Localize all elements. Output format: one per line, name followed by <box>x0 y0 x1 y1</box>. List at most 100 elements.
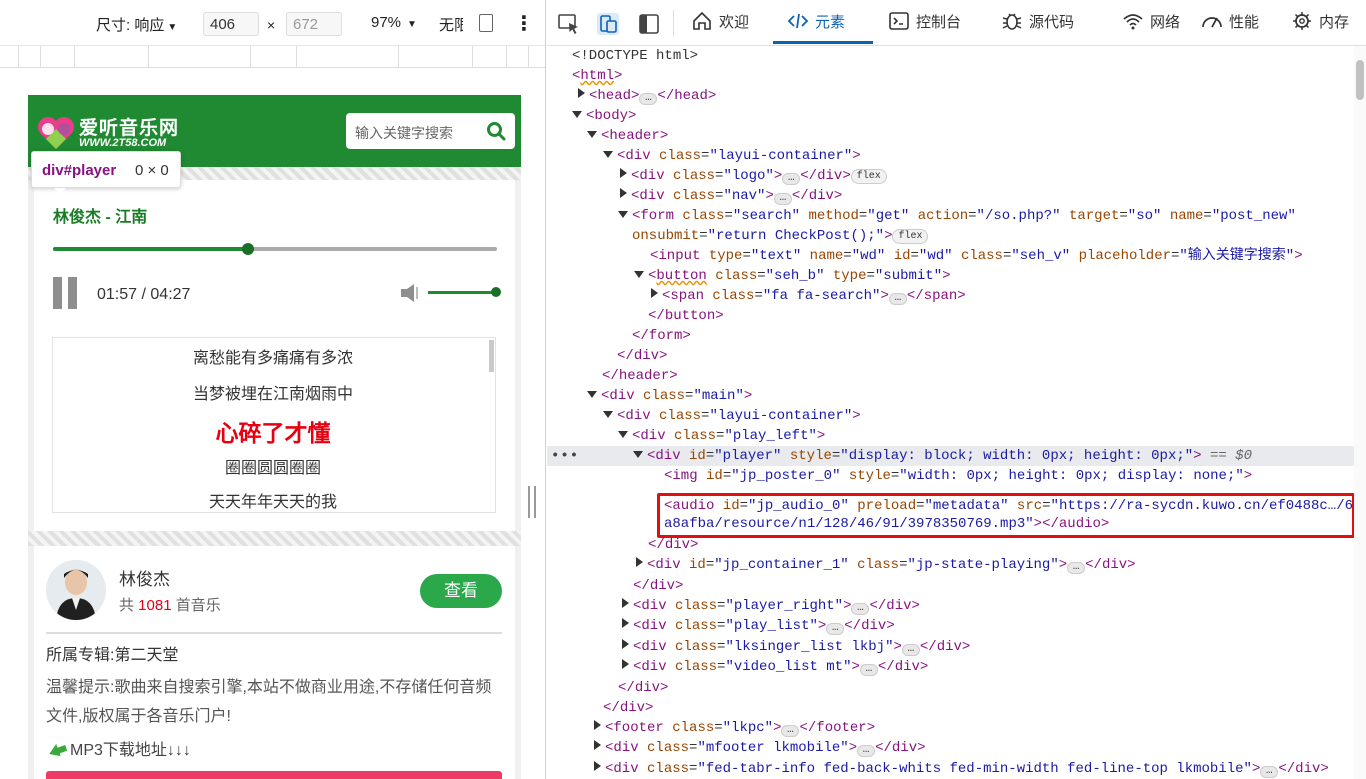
collapse-arrow-icon[interactable] <box>633 451 643 458</box>
dom-node[interactable]: <div class="play_left"> <box>547 426 1354 446</box>
ellipsis-icon[interactable]: … <box>782 173 801 185</box>
dom-node[interactable]: <body> <box>547 106 1354 126</box>
width-input[interactable]: 406 <box>203 12 259 36</box>
dom-node[interactable]: <html> <box>547 66 1354 86</box>
dom-node[interactable]: </form> <box>547 326 1354 346</box>
flex-badge[interactable]: flex <box>850 169 887 184</box>
dom-node[interactable]: <header> <box>547 126 1354 146</box>
expand-arrow-icon[interactable] <box>651 288 658 298</box>
scrollbar-thumb[interactable] <box>1356 60 1364 100</box>
dom-node[interactable]: <form class="search" method="get" action… <box>547 206 1354 226</box>
expand-arrow-icon[interactable] <box>594 720 601 730</box>
dom-node[interactable]: <!DOCTYPE html> <box>547 46 1354 66</box>
more-options-icon[interactable]: ⋮ <box>514 11 534 36</box>
expand-arrow-icon[interactable] <box>620 168 627 178</box>
device-toggle-icon[interactable] <box>596 12 620 36</box>
collapse-arrow-icon[interactable] <box>618 211 628 218</box>
dom-node[interactable]: onsubmit="return CheckPost();"> flex <box>547 226 1354 246</box>
collapse-arrow-icon[interactable] <box>603 411 613 418</box>
tab-sources[interactable]: 源代码 <box>1001 0 1074 44</box>
dom-node[interactable]: <div class="mfooter lkmobile">… </div> <box>547 738 1354 758</box>
expand-arrow-icon[interactable] <box>622 618 629 628</box>
dom-node[interactable]: <span class="fa fa-search">… </span> <box>547 286 1354 306</box>
rotate-icon[interactable] <box>479 14 493 32</box>
progress-handle[interactable] <box>242 243 255 255</box>
site-logo[interactable]: 爱听音乐网 WWW.2T58.COM <box>36 113 196 153</box>
tab-welcome[interactable]: 欢迎 <box>691 0 749 44</box>
expand-arrow-icon[interactable] <box>636 557 643 567</box>
height-input[interactable]: 672 <box>286 12 342 36</box>
ellipsis-icon[interactable]: … <box>1067 562 1086 574</box>
dom-node[interactable]: </button> <box>547 306 1354 326</box>
dom-node[interactable]: <div class="logo">… </div> flex <box>547 166 1354 186</box>
dom-node[interactable]: <div class="video_list mt">… </div> <box>547 657 1354 677</box>
ellipsis-icon[interactable]: … <box>639 93 658 105</box>
dom-node[interactable]: <div class="play_list">… </div> <box>547 616 1354 636</box>
zoom-dropdown[interactable]: 97% ▼ <box>371 14 417 31</box>
search-icon[interactable] <box>486 121 506 141</box>
dom-node[interactable]: <div class="player_right">… </div> <box>547 596 1354 616</box>
ellipsis-icon[interactable]: … <box>781 725 800 737</box>
expand-arrow-icon[interactable] <box>594 761 601 771</box>
progress-bar[interactable] <box>53 243 497 255</box>
dimensions-dropdown[interactable]: 尺寸: 响应 ▼ <box>96 14 177 35</box>
dom-node[interactable]: <div class="fed-tabr-info fed-back-whits… <box>547 759 1354 779</box>
resize-handle[interactable] <box>528 486 536 518</box>
collapse-arrow-icon[interactable] <box>618 431 628 438</box>
ellipsis-icon[interactable]: … <box>826 623 845 635</box>
collapse-arrow-icon[interactable] <box>572 111 582 118</box>
dom-node[interactable]: <footer class="lkpc">… </footer> <box>547 718 1354 738</box>
dom-node[interactable]: </div> <box>547 576 1354 596</box>
expand-arrow-icon[interactable] <box>620 188 627 198</box>
ellipsis-icon[interactable]: … <box>857 745 876 757</box>
collapse-arrow-icon[interactable] <box>603 151 613 158</box>
dom-node-selected[interactable]: ••• <div id="player" style="display: bloc… <box>547 446 1354 466</box>
expand-arrow-icon[interactable] <box>622 659 629 669</box>
dom-node[interactable]: <input type="text" name="wd" id="wd" cla… <box>547 246 1354 266</box>
expand-arrow-icon[interactable] <box>594 740 601 750</box>
dom-node[interactable]: <div class="layui-container"> <box>547 146 1354 166</box>
dom-node[interactable]: <button class="seh_b" type="submit"> <box>547 266 1354 286</box>
flex-badge[interactable]: flex <box>892 229 929 244</box>
dom-node[interactable]: </div> <box>547 678 1354 698</box>
pause-icon[interactable] <box>53 277 79 309</box>
search-input[interactable]: 输入关键字搜索 <box>355 123 453 143</box>
collapse-arrow-icon[interactable] <box>587 131 597 138</box>
collapse-arrow-icon[interactable] <box>587 391 597 398</box>
volume-icon[interactable] <box>400 282 422 304</box>
expand-arrow-icon[interactable] <box>622 598 629 608</box>
ellipsis-icon[interactable]: … <box>859 664 878 676</box>
ellipsis-icon[interactable]: … <box>888 293 907 305</box>
dock-side-icon[interactable] <box>637 12 661 36</box>
dom-node[interactable]: </div> <box>547 535 1354 555</box>
ellipsis-icon[interactable]: … <box>773 193 792 205</box>
dom-node[interactable]: <div class="lksinger_list lkbj">… </div> <box>547 637 1354 657</box>
ellipsis-icon[interactable]: … <box>901 644 920 656</box>
mp3-download-label[interactable]: MP3下载地址↓↓↓ <box>46 736 191 760</box>
dom-node[interactable]: <div id="jp_container_1" class="jp-state… <box>547 555 1354 575</box>
throttle-dropdown[interactable]: 无限 <box>439 14 463 35</box>
tab-network[interactable]: 网络 <box>1122 0 1180 44</box>
ellipsis-icon[interactable]: … <box>851 603 870 615</box>
volume-handle[interactable] <box>491 287 501 297</box>
collapse-arrow-icon[interactable] <box>634 271 644 278</box>
dom-node[interactable]: </div> <box>547 698 1354 718</box>
dom-node[interactable]: </div> <box>547 346 1354 366</box>
dom-node[interactable]: <img id="jp_poster_0" style="width: 0px;… <box>547 466 1354 486</box>
tab-performance[interactable]: 性能 <box>1201 0 1259 44</box>
devtools-scrollbar[interactable] <box>1354 46 1366 779</box>
dom-node[interactable]: <head>… </head> <box>547 86 1354 106</box>
ellipsis-icon[interactable]: … <box>1260 766 1279 778</box>
volume-slider[interactable] <box>428 287 501 297</box>
expand-arrow-icon[interactable] <box>622 639 629 649</box>
more-actions-icon[interactable]: ••• <box>551 446 579 466</box>
inspect-element-icon[interactable] <box>557 12 581 36</box>
dom-node[interactable]: <div class="nav">… </div> <box>547 186 1354 206</box>
dom-node[interactable]: <div class="main"> <box>547 386 1354 406</box>
tab-console[interactable]: 控制台 <box>888 0 961 44</box>
dom-node[interactable]: <div class="layui-container"> <box>547 406 1354 426</box>
view-singer-button[interactable]: 查看 <box>420 574 502 608</box>
download-button[interactable] <box>46 771 502 779</box>
tab-memory[interactable]: 内存 <box>1291 0 1349 44</box>
dom-node[interactable]: </header> <box>547 366 1354 386</box>
